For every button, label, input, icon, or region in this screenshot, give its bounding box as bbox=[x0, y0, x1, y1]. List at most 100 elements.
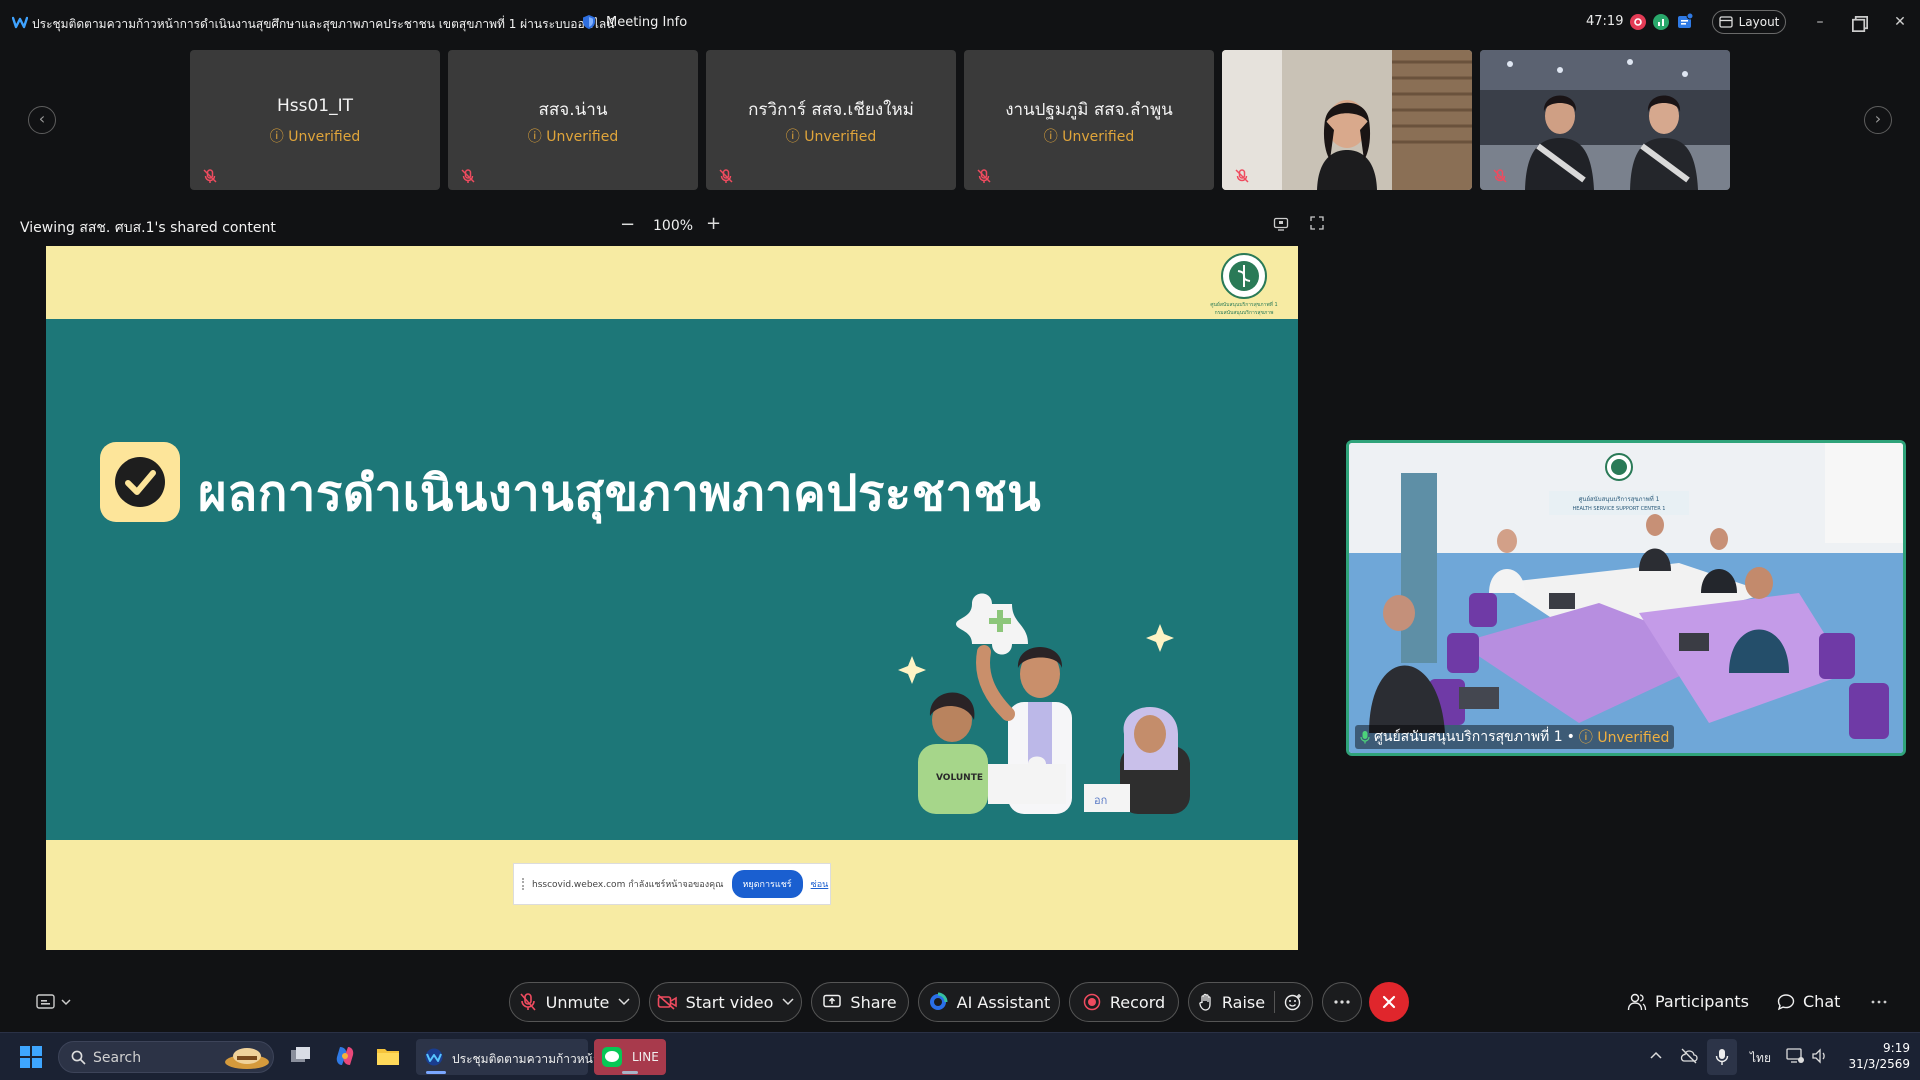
chevron-down-icon[interactable] bbox=[782, 998, 794, 1006]
zoom-in-button[interactable]: + bbox=[706, 213, 721, 234]
participant-name: งานปฐมภูมิ สสจ.ลำพูน bbox=[1005, 100, 1173, 120]
title-bar: ประชุมติดตามความก้าวหน้าการดำเนินงานสุขศ… bbox=[0, 0, 1920, 46]
unmute-button[interactable]: Unmute bbox=[509, 982, 640, 1022]
windows-start-icon[interactable] bbox=[20, 1046, 42, 1068]
next-participants-button[interactable]: › bbox=[1864, 106, 1892, 134]
drag-handle-icon[interactable] bbox=[522, 878, 524, 890]
webex-window-label: ประชุมติดตามความก้าวหน้า bbox=[452, 1052, 600, 1066]
shield-icon[interactable] bbox=[582, 14, 596, 30]
record-label: Record bbox=[1109, 992, 1166, 1012]
network-status-icon[interactable] bbox=[1653, 14, 1669, 30]
participant-tile[interactable]: Hss01_IT ⓘ Unverified bbox=[190, 50, 440, 190]
microphone-icon bbox=[1715, 1049, 1729, 1065]
captions-menu-icon[interactable] bbox=[36, 993, 72, 1011]
svg-text:HEALTH SERVICE SUPPORT CENTER: HEALTH SERVICE SUPPORT CENTER 1 bbox=[1573, 506, 1666, 512]
record-icon bbox=[1083, 993, 1101, 1011]
close-icon[interactable]: ✕ bbox=[1890, 12, 1910, 32]
start-video-label: Start video bbox=[685, 992, 774, 1012]
taskbar-clock[interactable]: 9:19 31/3/2569 bbox=[1840, 1040, 1910, 1072]
participant-status: ⓘ Unverified bbox=[1043, 129, 1135, 145]
toolbar-divider bbox=[1274, 991, 1276, 1013]
participant-name: Hss01_IT bbox=[276, 96, 354, 116]
participant-tile[interactable]: สสจ.น่าน ⓘ Unverified bbox=[448, 50, 698, 190]
fullscreen-icon[interactable] bbox=[1310, 216, 1324, 230]
participants-label: Participants bbox=[1655, 992, 1749, 1011]
start-video-button[interactable]: Start video bbox=[649, 982, 802, 1022]
network-icon[interactable] bbox=[1786, 1048, 1804, 1064]
video-off-icon bbox=[657, 994, 677, 1010]
share-button[interactable]: Share bbox=[811, 982, 909, 1022]
minimize-icon[interactable]: – bbox=[1810, 12, 1830, 32]
participant-tile[interactable]: กรวิการ์ สสจ.เชียงใหม่ ⓘ Unverified bbox=[706, 50, 956, 190]
chevron-down-icon[interactable] bbox=[618, 998, 630, 1006]
previous-participants-button[interactable]: ‹ bbox=[28, 106, 56, 134]
taskbar-mic-in-use[interactable] bbox=[1707, 1039, 1737, 1075]
participant-name: กรวิการ์ สสจ.เชียงใหม่ bbox=[748, 100, 914, 120]
unmute-label: Unmute bbox=[545, 992, 610, 1012]
meeting-room-video-feed: ศูนย์สนับสนุนบริการสุขภาพที่ 1 HEALTH SE… bbox=[1349, 443, 1903, 753]
slide-title: ผลการดำเนินงานสุขภาพภาคประชาชน bbox=[198, 465, 1042, 522]
layout-button[interactable]: Layout bbox=[1712, 10, 1786, 34]
chat-button[interactable]: Chat bbox=[1777, 992, 1840, 1011]
participants-button[interactable]: Participants bbox=[1627, 992, 1749, 1011]
active-window-indicator bbox=[426, 1071, 446, 1074]
svg-text:ศูนย์สนับสนุนบริการสุขภาพที่ 1: ศูนย์สนับสนุนบริการสุขภาพที่ 1 bbox=[1579, 495, 1660, 503]
stop-sharing-button[interactable]: หยุดการแชร์ bbox=[731, 870, 803, 898]
clock-time: 9:19 bbox=[1883, 1041, 1910, 1055]
zoom-out-button[interactable]: − bbox=[620, 214, 635, 235]
input-language[interactable]: ไทย bbox=[1750, 1049, 1771, 1068]
active-speaker-status: ⓘ Unverified bbox=[1578, 730, 1670, 746]
participant-tile[interactable]: งานปฐมภูมิ สสจ.ลำพูน ⓘ Unverified bbox=[964, 50, 1214, 190]
participant-video-tile[interactable] bbox=[1480, 50, 1730, 190]
more-dots-icon bbox=[1334, 1000, 1350, 1004]
svg-text:กรมสนับสนุนบริการสุขภาพ: กรมสนับสนุนบริการสุขภาพ bbox=[1215, 309, 1274, 316]
task-view-icon[interactable] bbox=[290, 1046, 312, 1066]
reactions-icon[interactable] bbox=[1284, 993, 1302, 1011]
screen-share-notice-text: hsscovid.webex.com กำลังแชร์หน้าจอของคุณ bbox=[532, 880, 724, 890]
restore-icon[interactable] bbox=[1850, 14, 1870, 34]
more-panels-icon[interactable] bbox=[1871, 1000, 1887, 1004]
taskbar-webex-window[interactable]: ประชุมติดตามความก้าวหน้า bbox=[416, 1039, 600, 1075]
participant-name: สสจ.น่าน bbox=[538, 100, 608, 120]
meeting-info-link[interactable]: Meeting Info bbox=[606, 15, 687, 30]
raise-hand-button[interactable]: Raise bbox=[1188, 982, 1313, 1022]
webex-app-icon bbox=[425, 1048, 443, 1066]
active-speaker-name: ศูนย์สนับสนุนบริการสุขภาพที่ 1 bbox=[1374, 729, 1563, 745]
ai-assistant-label: AI Assistant bbox=[956, 992, 1051, 1012]
volunteers-puzzle-illustration: VOLUNTE อก bbox=[898, 593, 1190, 814]
participant-video-feed bbox=[1480, 50, 1730, 190]
ai-assistant-icon bbox=[929, 992, 948, 1010]
open-window-indicator bbox=[622, 1071, 638, 1074]
participant-status: ⓘ Unverified bbox=[527, 129, 619, 145]
svg-text:อก: อก bbox=[1094, 794, 1107, 807]
meeting-title: ประชุมติดตามความก้าวหน้าการดำเนินงานสุขศ… bbox=[32, 17, 615, 31]
line-app-icon bbox=[602, 1047, 622, 1067]
layout-icon bbox=[1718, 16, 1733, 28]
file-explorer-icon[interactable] bbox=[376, 1046, 400, 1066]
muted-mic-icon bbox=[977, 169, 991, 183]
svg-text:VOLUNTE: VOLUNTE bbox=[936, 773, 983, 783]
cloud-offline-icon[interactable] bbox=[1680, 1047, 1698, 1065]
captions-badge-icon[interactable] bbox=[1677, 12, 1693, 30]
chevron-up-icon[interactable] bbox=[1650, 1051, 1662, 1059]
pop-out-share-icon[interactable] bbox=[1273, 216, 1289, 232]
active-speaker-video[interactable]: ศูนย์สนับสนุนบริการสุขภาพที่ 1 HEALTH SE… bbox=[1346, 440, 1906, 756]
ai-assistant-button[interactable]: AI Assistant bbox=[918, 982, 1060, 1022]
participant-video-tile[interactable] bbox=[1222, 50, 1472, 190]
record-button[interactable]: Record bbox=[1069, 982, 1179, 1022]
viewing-shared-content-label: Viewing สสช. ศบส.1's shared content bbox=[20, 220, 276, 236]
muted-mic-icon bbox=[520, 993, 536, 1011]
hide-notice-link[interactable]: ซ่อน bbox=[811, 877, 829, 891]
search-icon bbox=[71, 1050, 86, 1065]
taskbar-line-window[interactable]: LINE bbox=[594, 1039, 666, 1075]
recording-indicator-icon[interactable] bbox=[1630, 14, 1646, 30]
search-placeholder: Search bbox=[93, 1050, 142, 1066]
copilot-icon[interactable] bbox=[334, 1045, 356, 1067]
muted-mic-icon bbox=[719, 169, 733, 183]
volume-icon[interactable] bbox=[1812, 1048, 1830, 1064]
meeting-timer: 47:19 bbox=[1586, 14, 1624, 29]
leave-meeting-button[interactable] bbox=[1369, 982, 1409, 1022]
taskbar-search-box[interactable]: Search bbox=[58, 1041, 274, 1073]
more-options-button[interactable] bbox=[1322, 982, 1362, 1022]
muted-mic-icon bbox=[1493, 169, 1507, 183]
